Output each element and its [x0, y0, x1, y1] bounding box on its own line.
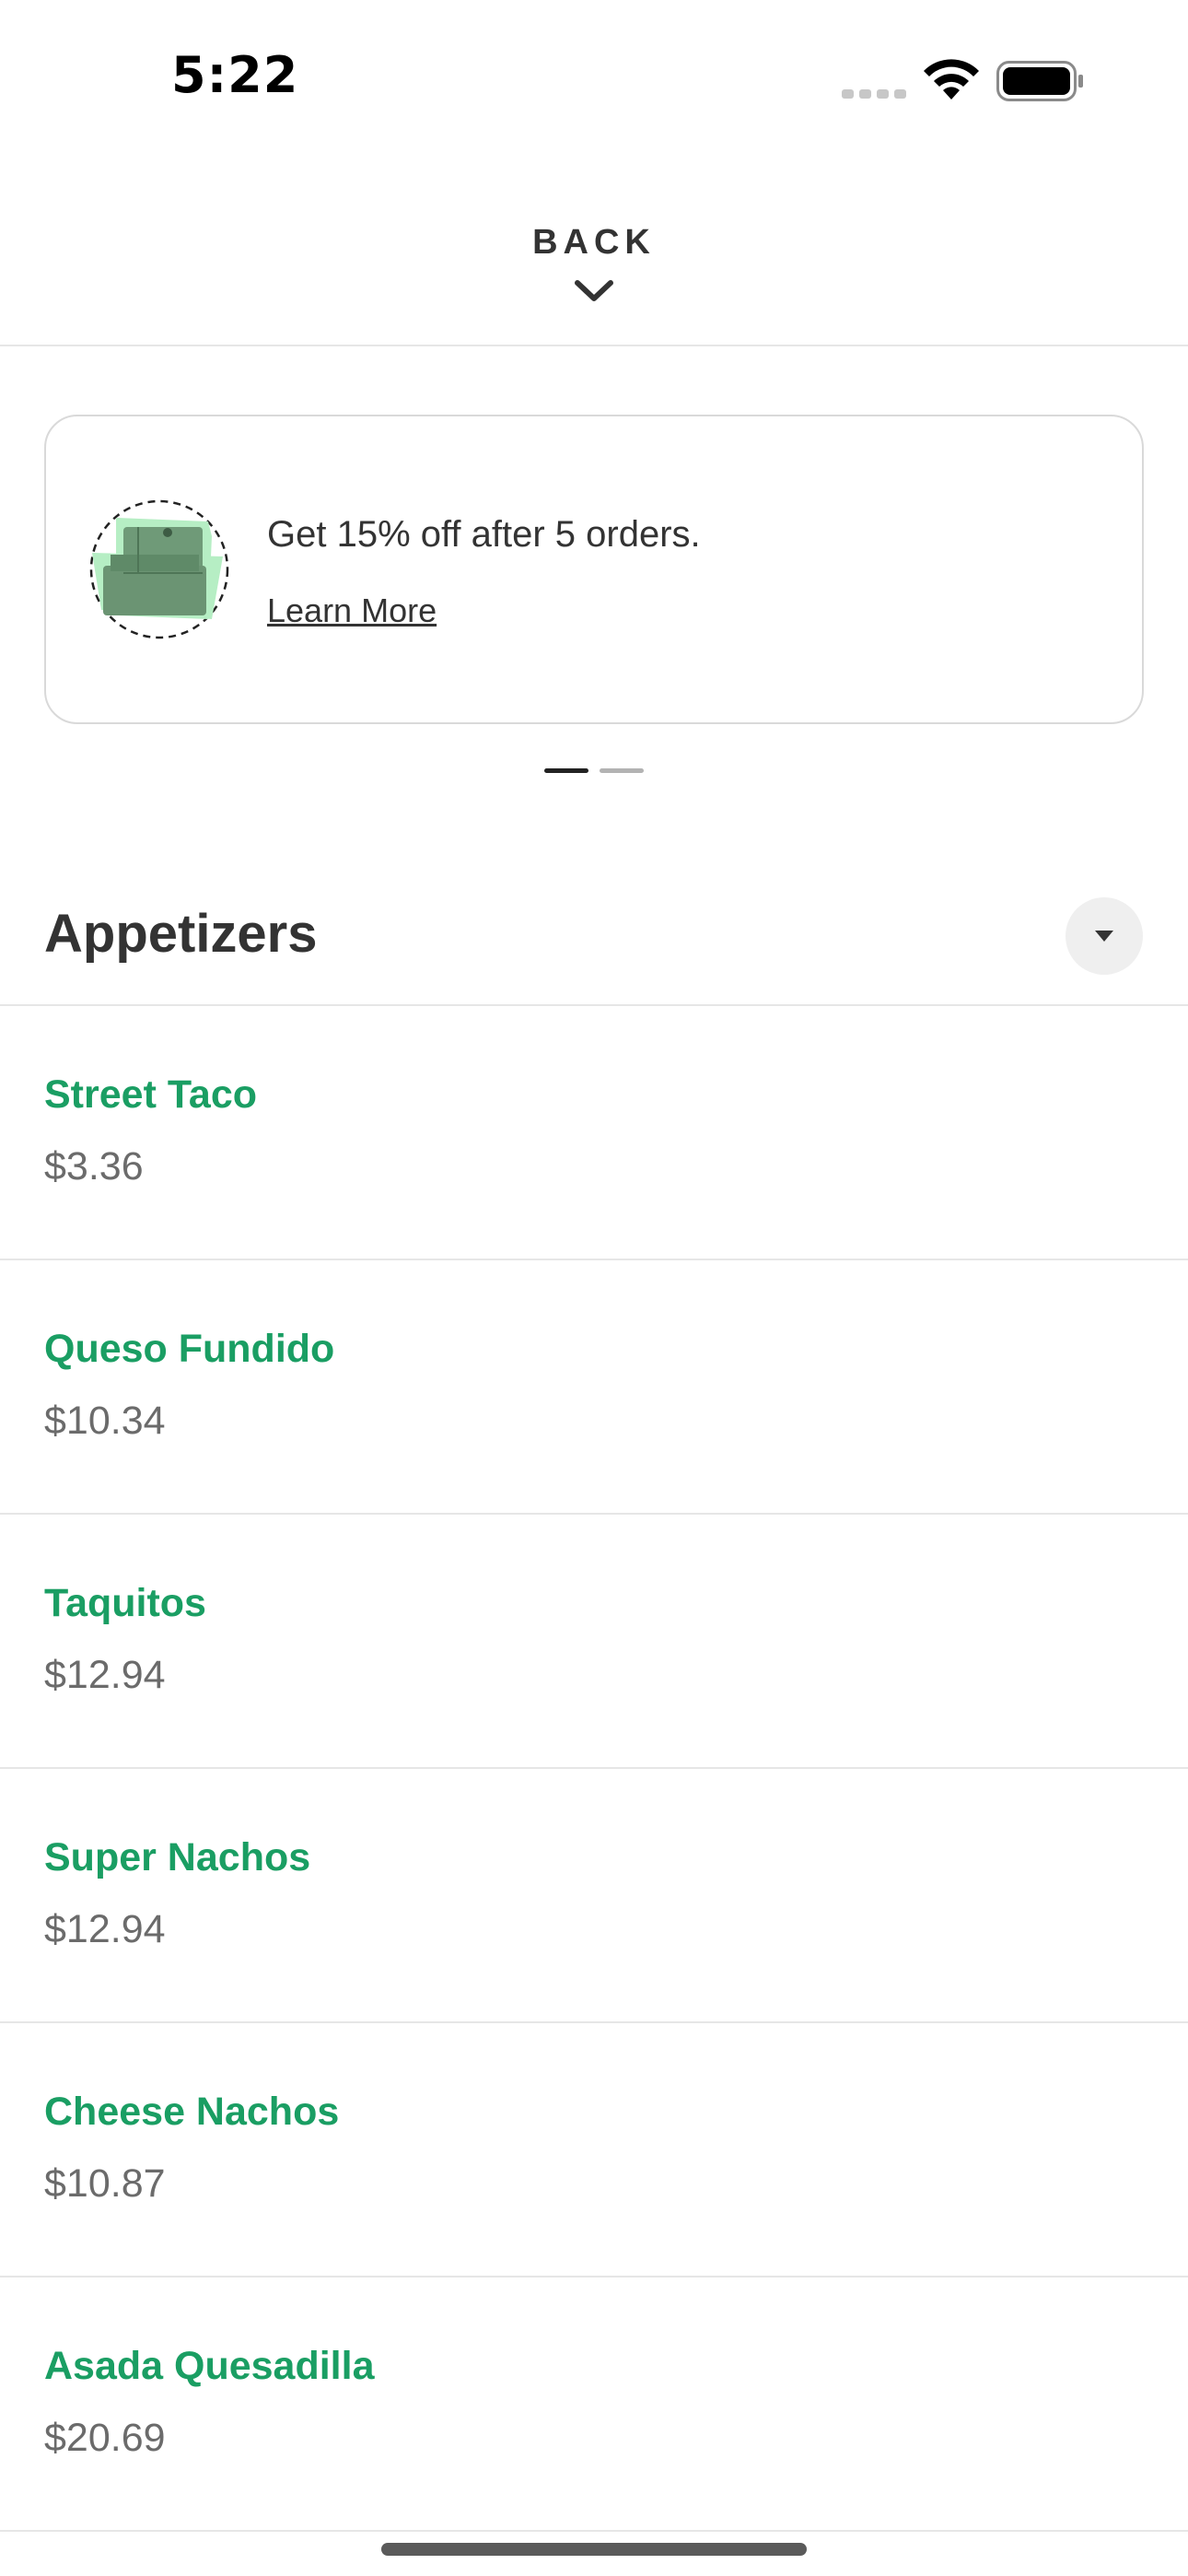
menu-item-name: Asada Quesadilla — [44, 2344, 375, 2388]
back-header[interactable]: BACK — [0, 184, 1188, 346]
home-indicator — [381, 2543, 807, 2556]
promo-text: Get 15% off after 5 orders. — [267, 514, 701, 555]
status-time: 5:22 — [171, 46, 299, 104]
stacked-boxes-icon — [89, 499, 229, 639]
menu-item-name: Queso Fundido — [44, 1327, 335, 1371]
wifi-icon — [924, 59, 979, 100]
menu-item-price: $10.87 — [44, 2161, 166, 2206]
menu-item[interactable]: Queso Fundido $10.34 — [0, 1260, 1188, 1515]
pager-dot-active[interactable] — [544, 768, 588, 773]
menu-item-name: Super Nachos — [44, 1835, 311, 1879]
promo-card[interactable]: Get 15% off after 5 orders. Learn More — [44, 415, 1144, 724]
pager-dot-inactive[interactable] — [600, 768, 644, 773]
caret-down-icon — [1095, 931, 1113, 942]
menu-item-name: Cheese Nachos — [44, 2090, 340, 2134]
menu-item-name: Street Taco — [44, 1072, 257, 1117]
section-header-appetizers: Appetizers — [0, 884, 1188, 1006]
chevron-down-icon[interactable] — [573, 278, 615, 304]
menu-item-name: Taquitos — [44, 1581, 206, 1625]
menu-item-price: $12.94 — [44, 1907, 166, 1951]
promo-pager — [0, 768, 1188, 776]
menu-item-price: $12.94 — [44, 1653, 166, 1697]
learn-more-link[interactable]: Learn More — [267, 591, 437, 630]
menu-item[interactable]: Asada Quesadilla $20.69 — [0, 2277, 1188, 2532]
battery-icon — [996, 61, 1083, 101]
menu-item[interactable]: Cheese Nachos $10.87 — [0, 2023, 1188, 2277]
cellular-signal-icon — [842, 89, 906, 99]
menu-item[interactable]: Taquitos $12.94 — [0, 1515, 1188, 1769]
menu-item-price: $3.36 — [44, 1144, 144, 1188]
back-button-label[interactable]: BACK — [0, 223, 1188, 263]
menu-list: Street Taco $3.36 Queso Fundido $10.34 T… — [0, 1006, 1188, 2532]
menu-item[interactable]: Street Taco $3.36 — [0, 1006, 1188, 1260]
menu-item-price: $10.34 — [44, 1399, 166, 1443]
menu-item[interactable]: Super Nachos $12.94 — [0, 1769, 1188, 2023]
menu-item-price: $20.69 — [44, 2416, 166, 2460]
status-bar: 5:22 — [0, 0, 1188, 157]
section-title: Appetizers — [44, 904, 318, 964]
section-collapse-button[interactable] — [1066, 897, 1143, 975]
